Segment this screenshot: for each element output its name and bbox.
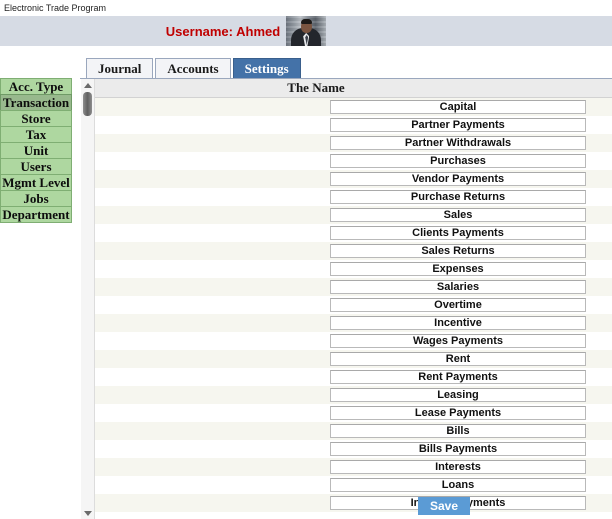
sidebar-item-users[interactable]: Users xyxy=(0,158,72,175)
scrollbar-thumb[interactable] xyxy=(83,92,92,116)
transaction-name-input[interactable] xyxy=(330,442,586,456)
table-row xyxy=(94,278,612,296)
user-photo-icon xyxy=(286,16,327,46)
table-row xyxy=(94,260,612,278)
table-row xyxy=(94,242,612,260)
sidebar-item-store[interactable]: Store xyxy=(0,110,72,127)
vertical-scrollbar[interactable] xyxy=(81,79,95,519)
sidebar-item-jobs[interactable]: Jobs xyxy=(0,190,72,207)
tab-accounts[interactable]: Accounts xyxy=(155,58,231,78)
table-row xyxy=(94,494,612,512)
table-row xyxy=(94,404,612,422)
table-row xyxy=(94,350,612,368)
table-row xyxy=(94,296,612,314)
sidebar-item-mgmt-level[interactable]: Mgmt Level xyxy=(0,174,72,191)
sidebar-item-transaction[interactable]: Transaction xyxy=(0,94,72,111)
transaction-name-input[interactable] xyxy=(330,316,586,330)
scroll-up-button[interactable] xyxy=(81,79,94,91)
transaction-name-input[interactable] xyxy=(330,370,586,384)
table-row xyxy=(94,386,612,404)
transaction-names-grid: The Name xyxy=(94,79,612,519)
transaction-name-input[interactable] xyxy=(330,226,586,240)
scroll-down-button[interactable] xyxy=(81,507,94,519)
table-row xyxy=(94,134,612,152)
transaction-name-input[interactable] xyxy=(330,208,586,222)
table-row xyxy=(94,98,612,116)
transaction-name-input[interactable] xyxy=(330,460,586,474)
transaction-name-input[interactable] xyxy=(330,190,586,204)
settings-content-panel: The Name xyxy=(80,78,612,519)
table-row xyxy=(94,224,612,242)
column-header-the-name: The Name xyxy=(287,80,345,95)
triangle-up-icon xyxy=(83,82,92,88)
sidebar-item-unit[interactable]: Unit xyxy=(0,142,72,159)
sidebar-item-acc-type[interactable]: Acc. Type xyxy=(0,78,72,95)
transaction-name-input[interactable] xyxy=(330,334,586,348)
transaction-name-input[interactable] xyxy=(330,388,586,402)
table-row xyxy=(94,440,612,458)
username-label: Username: Ahmed xyxy=(165,23,281,39)
transaction-name-input[interactable] xyxy=(330,424,586,438)
user-info-group: Username: Ahmed xyxy=(165,16,327,46)
transaction-name-input[interactable] xyxy=(330,478,586,492)
transaction-name-input[interactable] xyxy=(330,406,586,420)
document-title: Electronic Trade Program xyxy=(0,0,612,16)
transaction-name-input[interactable] xyxy=(330,154,586,168)
table-row xyxy=(94,314,612,332)
tab-bar: Journal Accounts Settings xyxy=(86,58,303,78)
triangle-down-icon xyxy=(83,510,92,516)
grid-header-row: The Name xyxy=(94,79,612,98)
grid-rows xyxy=(94,98,612,512)
transaction-name-input[interactable] xyxy=(330,262,586,276)
transaction-name-input[interactable] xyxy=(330,172,586,186)
table-row xyxy=(94,206,612,224)
sidebar-item-tax[interactable]: Tax xyxy=(0,126,72,143)
table-row xyxy=(94,170,612,188)
transaction-name-input[interactable] xyxy=(330,136,586,150)
transaction-name-input[interactable] xyxy=(330,244,586,258)
table-row xyxy=(94,188,612,206)
user-header-band: Username: Ahmed xyxy=(0,16,612,46)
table-row xyxy=(94,152,612,170)
table-row xyxy=(94,476,612,494)
transaction-name-input[interactable] xyxy=(330,118,586,132)
table-row xyxy=(94,332,612,350)
save-button[interactable]: Save xyxy=(418,497,470,515)
table-row xyxy=(94,116,612,134)
tab-settings[interactable]: Settings xyxy=(232,58,301,78)
transaction-name-input[interactable] xyxy=(330,352,586,366)
sidebar: Acc. Type Transaction Store Tax Unit Use… xyxy=(0,78,72,223)
transaction-name-input[interactable] xyxy=(330,100,586,114)
sidebar-item-department[interactable]: Department xyxy=(0,206,72,223)
table-row xyxy=(94,422,612,440)
tab-journal[interactable]: Journal xyxy=(86,58,154,78)
transaction-name-input[interactable] xyxy=(330,298,586,312)
table-row xyxy=(94,368,612,386)
transaction-name-input[interactable] xyxy=(330,280,586,294)
table-row xyxy=(94,458,612,476)
